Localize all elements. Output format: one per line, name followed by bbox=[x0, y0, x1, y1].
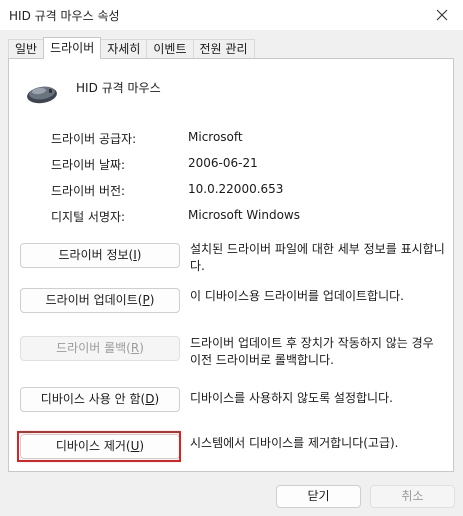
tab-strip: 일반 드라이버 자세히 이벤트 전원 관리 bbox=[8, 37, 255, 59]
properties-dialog: HID 규격 마우스 속성 일반 드라이버 자세히 이벤트 전원 관리 HID … bbox=[0, 0, 463, 516]
close-dialog-button[interactable]: 닫기 bbox=[276, 485, 361, 508]
driver-details-description: 설치된 드라이버 파일에 대한 세부 정보를 표시합니다. bbox=[190, 242, 445, 273]
device-name: HID 규격 마우스 bbox=[76, 81, 161, 95]
driver-details-button[interactable]: 드라이버 정보(I) bbox=[20, 243, 180, 268]
roll-back-driver-description: 드라이버 업데이트 후 장치가 작동하지 않는 경우 이전 드라이버로 롤백합니… bbox=[190, 336, 434, 367]
update-driver-description: 이 디바이스용 드라이버를 업데이트합니다. bbox=[190, 289, 404, 303]
driver-version-value: 10.0.22000.653 bbox=[188, 182, 284, 196]
driver-date-value: 2006-06-21 bbox=[188, 156, 258, 170]
mouse-icon bbox=[27, 86, 57, 104]
digital-signer-label: 디지털 서명자: bbox=[51, 210, 126, 224]
tab-details[interactable]: 자세히 bbox=[100, 39, 148, 59]
update-driver-button[interactable]: 드라이버 업데이트(P) bbox=[20, 288, 180, 313]
disable-device-button[interactable]: 디바이스 사용 안 함(D) bbox=[20, 387, 180, 412]
driver-tab-panel: HID 규격 마우스 드라이버 공급자: Microsoft 드라이버 날짜: … bbox=[8, 58, 454, 472]
digital-signer-value: Microsoft Windows bbox=[188, 208, 300, 222]
roll-back-driver-button[interactable]: 드라이버 롤백(R) bbox=[20, 336, 180, 361]
driver-provider-value: Microsoft bbox=[188, 130, 243, 144]
tab-driver[interactable]: 드라이버 bbox=[43, 37, 102, 59]
uninstall-device-description: 시스템에서 디바이스를 제거합니다(고급). bbox=[190, 436, 399, 450]
driver-version-label: 드라이버 버전: bbox=[51, 184, 126, 198]
driver-date-label: 드라이버 날짜: bbox=[51, 158, 126, 172]
title-bar: HID 규격 마우스 속성 bbox=[0, 0, 463, 30]
tab-power-management[interactable]: 전원 관리 bbox=[192, 39, 255, 59]
tab-general[interactable]: 일반 bbox=[8, 39, 45, 59]
window-title: HID 규격 마우스 속성 bbox=[9, 9, 120, 23]
cancel-button[interactable]: 취소 bbox=[370, 485, 455, 508]
close-button[interactable] bbox=[425, 2, 459, 28]
driver-provider-label: 드라이버 공급자: bbox=[51, 132, 137, 146]
tab-events[interactable]: 이벤트 bbox=[146, 39, 194, 59]
close-icon bbox=[436, 9, 448, 21]
disable-device-description: 디바이스를 사용하지 않도록 설정합니다. bbox=[190, 391, 393, 405]
uninstall-device-button[interactable]: 디바이스 제거(U) bbox=[20, 434, 180, 459]
